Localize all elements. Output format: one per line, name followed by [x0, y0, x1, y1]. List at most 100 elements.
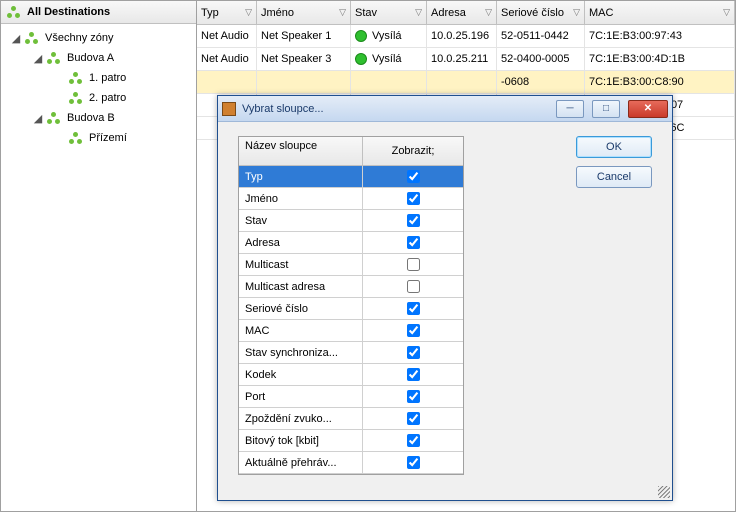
column-visible-cell: [363, 434, 463, 447]
cell-type: Net Audio: [197, 25, 257, 47]
column-header-name[interactable]: Jméno▽: [257, 1, 351, 24]
visibility-checkbox[interactable]: [407, 170, 420, 183]
column-row[interactable]: Seriové číslo: [239, 298, 463, 320]
visibility-checkbox[interactable]: [407, 456, 420, 469]
table-row[interactable]: -06087C:1E:B3:00:C8:90: [197, 71, 735, 94]
expander-icon[interactable]: ◢: [33, 112, 43, 125]
dialog-titlebar[interactable]: Vybrat sloupce... ─ □ ✕: [218, 96, 672, 122]
column-name-cell: Kodek: [239, 364, 363, 385]
column-label: Seriové číslo: [501, 7, 564, 19]
tree-label: Budova B: [65, 112, 115, 124]
tree-node-building-a-floor1[interactable]: 1. patro: [1, 68, 196, 88]
column-row[interactable]: Bitový tok [kbit]: [239, 430, 463, 452]
filter-icon[interactable]: ▽: [339, 7, 346, 18]
tree-node-building-b-ground[interactable]: Přízemí: [1, 128, 196, 148]
grid-header: Typ▽ Jméno▽ Stav▽ Adresa▽ Seriové číslo ▽…: [197, 1, 735, 25]
cell-mac: 7C:1E:B3:00:C8:90: [585, 71, 735, 93]
column-name-cell: Multicast: [239, 254, 363, 275]
close-button[interactable]: ✕: [628, 100, 668, 118]
cell-status: Vysílá: [351, 25, 427, 47]
column-row[interactable]: Port: [239, 386, 463, 408]
visibility-checkbox[interactable]: [407, 258, 420, 271]
column-row[interactable]: Adresa: [239, 232, 463, 254]
visibility-checkbox[interactable]: [407, 390, 420, 403]
filter-icon[interactable]: ▽: [573, 7, 580, 18]
column-row[interactable]: Kodek: [239, 364, 463, 386]
column-visible-cell: [363, 302, 463, 315]
column-row[interactable]: Typ: [239, 166, 463, 188]
tree-node-building-a[interactable]: ◢ Budova A: [1, 48, 196, 68]
resize-grip[interactable]: [658, 486, 670, 498]
table-row[interactable]: Net AudioNet Speaker 3Vysílá10.0.25.2115…: [197, 48, 735, 71]
table-row[interactable]: Net AudioNet Speaker 1Vysílá10.0.25.1965…: [197, 25, 735, 48]
filter-icon[interactable]: ▽: [485, 7, 492, 18]
visibility-checkbox[interactable]: [407, 434, 420, 447]
column-row[interactable]: Stav: [239, 210, 463, 232]
column-visible-cell: [363, 324, 463, 337]
maximize-button[interactable]: □: [592, 100, 620, 118]
zone-icon: [25, 32, 39, 44]
column-header-type[interactable]: Typ▽: [197, 1, 257, 24]
tree-node-all-zones[interactable]: ◢ Všechny zóny: [1, 28, 196, 48]
column-header-address[interactable]: Adresa▽: [427, 1, 497, 24]
zone-icon: [69, 132, 83, 144]
cell-mac: 7C:1E:B3:00:97:43: [585, 25, 735, 47]
tree-label: Budova A: [65, 52, 114, 64]
cell-serial: 52-0400-0005: [497, 48, 585, 70]
minimize-button[interactable]: ─: [556, 100, 584, 118]
tree-node-building-a-floor2[interactable]: 2. patro: [1, 88, 196, 108]
column-visible-cell: [363, 368, 463, 381]
column-name-cell: Bitový tok [kbit]: [239, 430, 363, 451]
zone-icon: [69, 72, 83, 84]
cell-address: 10.0.25.211: [427, 48, 497, 70]
visibility-checkbox[interactable]: [407, 412, 420, 425]
visibility-checkbox[interactable]: [407, 280, 420, 293]
ok-button[interactable]: OK: [576, 136, 652, 158]
column-row[interactable]: Multicast adresa: [239, 276, 463, 298]
column-header-status[interactable]: Stav▽: [351, 1, 427, 24]
destinations-icon: [7, 6, 21, 18]
column-chooser-dialog: Vybrat sloupce... ─ □ ✕ Název sloupce Zo…: [217, 95, 673, 501]
column-name-cell: Multicast adresa: [239, 276, 363, 297]
tree-node-building-b[interactable]: ◢ Budova B: [1, 108, 196, 128]
column-visible-cell: [363, 236, 463, 249]
column-row[interactable]: Aktuálně přehráv...: [239, 452, 463, 474]
cancel-button[interactable]: Cancel: [576, 166, 652, 188]
column-row[interactable]: Zpoždění zvuko...: [239, 408, 463, 430]
visibility-checkbox[interactable]: [407, 236, 420, 249]
column-row[interactable]: Multicast: [239, 254, 463, 276]
header-column-name[interactable]: Název sloupce: [239, 137, 363, 165]
visibility-checkbox[interactable]: [407, 346, 420, 359]
column-visible-cell: [363, 280, 463, 293]
visibility-checkbox[interactable]: [407, 368, 420, 381]
column-row[interactable]: MAC: [239, 320, 463, 342]
visibility-checkbox[interactable]: [407, 192, 420, 205]
tree-label: 1. patro: [87, 72, 126, 84]
cell-serial: -0608: [497, 71, 585, 93]
column-header-mac[interactable]: MAC▽: [585, 1, 735, 24]
expander-icon[interactable]: ◢: [33, 52, 43, 65]
visibility-checkbox[interactable]: [407, 324, 420, 337]
cell-mac: 7C:1E:B3:00:4D:1B: [585, 48, 735, 70]
header-column-show[interactable]: Zobrazit;: [363, 137, 463, 165]
zone-icon: [47, 52, 61, 64]
filter-icon[interactable]: ▽: [723, 7, 730, 18]
visibility-checkbox[interactable]: [407, 302, 420, 315]
column-row[interactable]: Jméno: [239, 188, 463, 210]
column-visible-cell: [363, 390, 463, 403]
cell-type: [197, 71, 257, 93]
expander-icon[interactable]: ◢: [11, 32, 21, 45]
filter-icon[interactable]: ▽: [415, 7, 422, 18]
column-visible-cell: [363, 214, 463, 227]
zone-icon: [47, 112, 61, 124]
column-row[interactable]: Stav synchroniza...: [239, 342, 463, 364]
column-header-serial[interactable]: Seriové číslo ▽: [497, 1, 585, 24]
column-visible-cell: [363, 412, 463, 425]
status-dot-icon: [355, 30, 367, 42]
filter-icon[interactable]: ▽: [245, 7, 252, 18]
column-name-cell: Adresa: [239, 232, 363, 253]
tree-label: 2. patro: [87, 92, 126, 104]
visibility-checkbox[interactable]: [407, 214, 420, 227]
zone-icon: [69, 92, 83, 104]
column-name-cell: Aktuálně přehráv...: [239, 452, 363, 473]
